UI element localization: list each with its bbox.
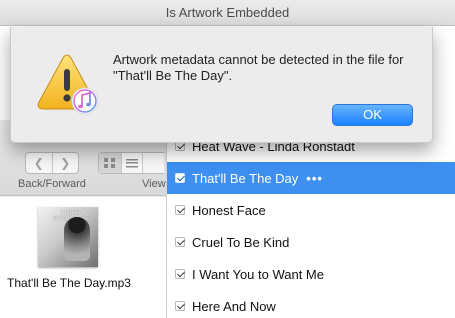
album-art-figure <box>64 217 90 261</box>
song-row[interactable]: Here And Now <box>167 290 455 318</box>
song-row[interactable]: I Want You to Want Me <box>167 258 455 290</box>
ok-button[interactable]: OK <box>332 104 413 126</box>
finder-window: ❮ ❯ Back/Forward View LINDA RONSTADT Tha… <box>0 120 166 318</box>
back-button[interactable]: ❮ <box>26 153 52 173</box>
dialog-title-bar: Is Artwork Embedded <box>0 0 455 26</box>
song-checkbox[interactable] <box>175 173 185 183</box>
alert-dialog: Artwork metadata cannot be detected in t… <box>10 27 433 143</box>
song-title: I Want You to Want Me <box>192 266 324 282</box>
song-checkbox[interactable] <box>175 237 185 247</box>
icon-view-button[interactable] <box>99 153 121 173</box>
song-checkbox[interactable] <box>175 269 185 279</box>
chevron-right-icon: ❯ <box>60 156 71 170</box>
list-icon <box>125 158 138 168</box>
grid-icon <box>104 158 116 168</box>
song-row-selected[interactable]: That'll Be The Day ••• <box>167 162 455 194</box>
view-mode-control <box>98 152 164 174</box>
column-view-button[interactable] <box>142 153 164 173</box>
song-row[interactable]: Honest Face <box>167 194 455 226</box>
song-row[interactable]: Cruel To Be Kind <box>167 226 455 258</box>
song-list: Heat Wave - Linda Ronstadt That'll Be Th… <box>166 130 455 318</box>
song-checkbox[interactable] <box>175 205 185 215</box>
song-title: That'll Be The Day <box>192 170 299 186</box>
forward-button[interactable]: ❯ <box>51 153 79 173</box>
alert-message: Artwork metadata cannot be detected in t… <box>113 52 404 83</box>
song-title: Cruel To Be Kind <box>192 234 290 250</box>
album-art-thumbnail: LINDA RONSTADT <box>38 207 98 267</box>
song-title: Honest Face <box>192 202 266 218</box>
song-checkbox[interactable] <box>175 301 185 311</box>
file-name: That'll Be The Day.mp3 <box>7 276 131 290</box>
back-forward-label: Back/Forward <box>18 178 86 190</box>
finder-content: LINDA RONSTADT That'll Be The Day.mp3 <box>0 197 166 318</box>
view-label: View <box>142 178 166 190</box>
chevron-left-icon: ❮ <box>33 156 44 170</box>
caution-warning-icon <box>37 54 99 115</box>
back-forward-control: ❮ ❯ <box>25 152 79 174</box>
list-view-button[interactable] <box>120 153 143 173</box>
song-title: Here And Now <box>192 298 276 314</box>
more-options-icon[interactable]: ••• <box>306 171 323 186</box>
